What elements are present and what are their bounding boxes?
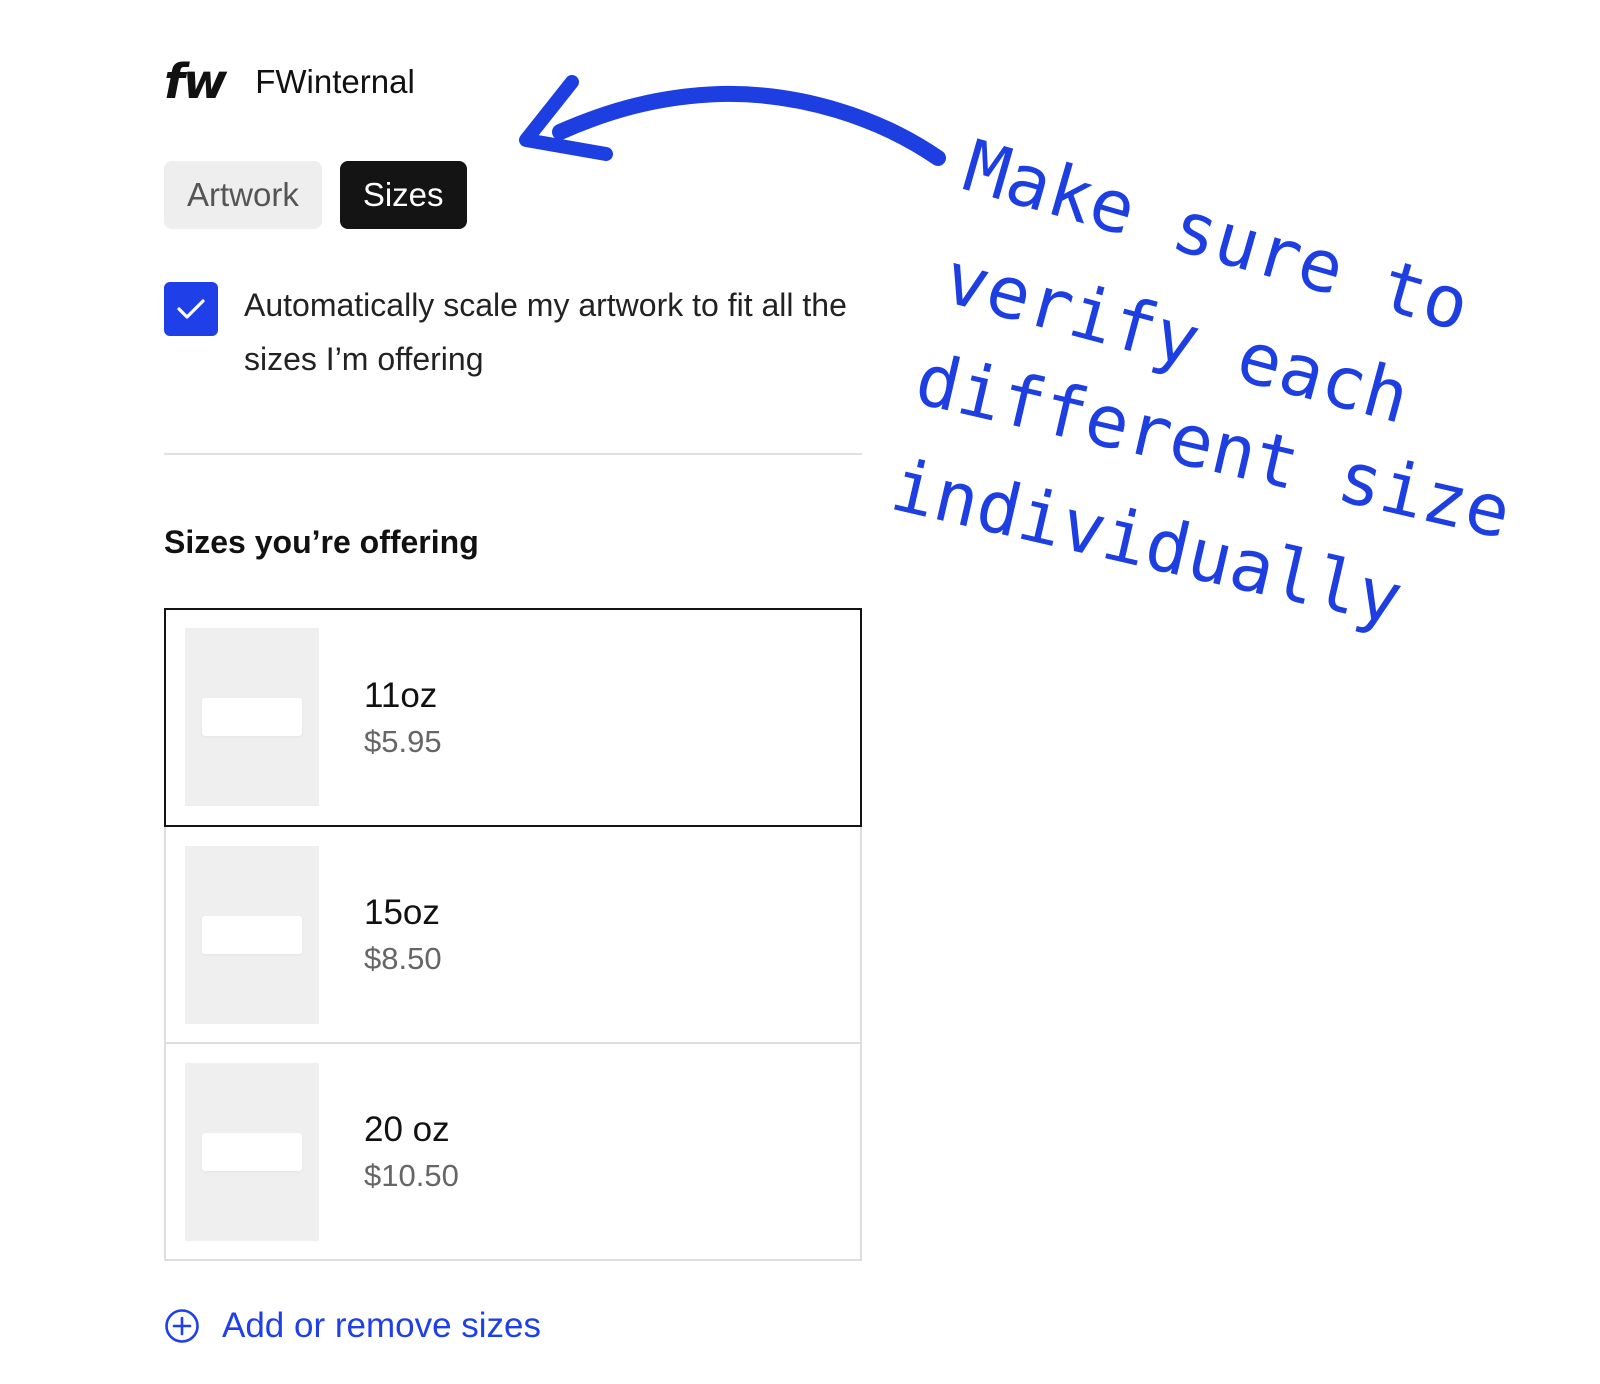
section-divider xyxy=(164,453,862,455)
annotation-line: Make sure to xyxy=(955,124,1478,348)
autoscale-label: Automatically scale my artwork to fit al… xyxy=(244,287,847,377)
checkmark-icon xyxy=(177,299,205,319)
size-name: 15oz xyxy=(364,893,440,932)
mug-wrap-preview xyxy=(202,1133,302,1171)
tab-sizes[interactable]: Sizes xyxy=(339,161,467,229)
autoscale-option: Automatically scale my artwork to fit al… xyxy=(164,282,864,386)
size-name: 20 oz xyxy=(364,1110,450,1149)
size-name: 11oz xyxy=(364,676,438,715)
add-remove-sizes-link[interactable]: Add or remove sizes xyxy=(164,1306,541,1346)
size-option-20oz[interactable]: 20 oz $10.50 xyxy=(164,1044,862,1261)
size-info: 20 oz $10.50 xyxy=(364,1108,459,1200)
annotation-line: individually xyxy=(884,443,1410,642)
plus-circle-icon xyxy=(165,1309,199,1343)
size-price: $8.50 xyxy=(364,941,442,976)
brand-logo: fw xyxy=(164,54,227,110)
shop-name: FWinternal xyxy=(255,63,415,100)
tab-artwork[interactable]: Artwork xyxy=(164,161,322,229)
sizes-section-title: Sizes you’re offering xyxy=(164,524,479,560)
size-info: 15oz $8.50 xyxy=(364,891,442,983)
autoscale-checkbox[interactable] xyxy=(164,282,218,336)
size-list: 11oz $5.95 15oz $8.50 20 oz $10.50 xyxy=(164,608,862,1261)
size-price: $5.95 xyxy=(364,724,442,759)
add-remove-sizes-label: Add or remove sizes xyxy=(222,1306,542,1345)
size-option-15oz[interactable]: 15oz $8.50 xyxy=(164,827,862,1044)
mug-wrap-preview xyxy=(202,698,302,736)
size-thumbnail xyxy=(185,1063,319,1241)
size-thumbnail xyxy=(185,628,319,806)
size-thumbnail xyxy=(185,846,319,1024)
annotation-line: verify each xyxy=(936,235,1418,440)
annotation-arrow-icon xyxy=(519,75,946,166)
mug-wrap-preview xyxy=(202,916,302,954)
size-price: $10.50 xyxy=(364,1158,459,1193)
editor-tabs: Artwork Sizes xyxy=(164,161,467,229)
app-header: fw FWinternal xyxy=(164,52,415,112)
size-option-11oz[interactable]: 11oz $5.95 xyxy=(164,608,862,827)
annotation-line: different size xyxy=(908,337,1518,555)
size-info: 11oz $5.95 xyxy=(364,674,442,766)
